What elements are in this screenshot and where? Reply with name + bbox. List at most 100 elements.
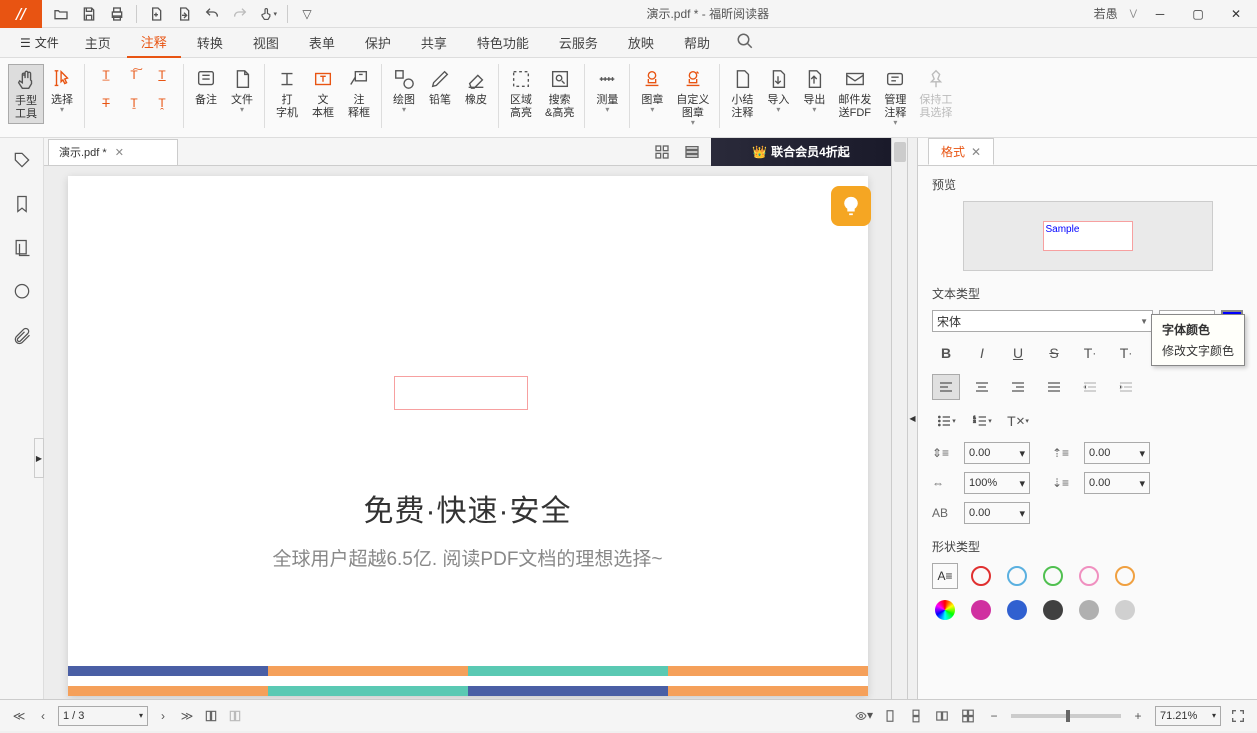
continuous-page-icon[interactable] — [907, 709, 925, 723]
after-spacing-input[interactable]: 0.00▾ — [1084, 472, 1150, 494]
tab-annotate[interactable]: 注释 — [127, 28, 181, 58]
promo-banner[interactable]: 👑 联合会员4折起 — [711, 138, 891, 166]
next-page-icon[interactable]: › — [154, 709, 172, 723]
tab-form[interactable]: 表单 — [295, 28, 349, 58]
last-page-icon[interactable]: ≫ — [178, 709, 196, 723]
tab-convert[interactable]: 转换 — [183, 28, 237, 58]
stamp-button[interactable]: 图章 ▾ — [634, 64, 670, 116]
file-menu[interactable]: ☰ 文件 — [10, 34, 69, 51]
vertical-scrollbar[interactable] — [891, 138, 907, 699]
page-add-icon[interactable] — [147, 5, 165, 23]
shape-red[interactable] — [968, 563, 994, 589]
shape-pink[interactable] — [1076, 563, 1102, 589]
import-button[interactable]: 导入 ▾ — [760, 64, 796, 116]
scroll-thumb[interactable] — [894, 142, 906, 162]
redo-icon[interactable] — [231, 5, 249, 23]
align-left-button[interactable] — [932, 374, 960, 400]
format-tab[interactable]: 格式 ✕ — [928, 138, 994, 165]
sidebar-expand-handle[interactable]: ▶ — [34, 438, 44, 478]
bookmark-icon[interactable] — [10, 192, 34, 216]
maximize-button[interactable]: ▢ — [1183, 0, 1213, 28]
measure-button[interactable]: 测量 ▾ — [589, 64, 625, 116]
save-icon[interactable] — [80, 5, 98, 23]
attachment-icon[interactable] — [10, 324, 34, 348]
shape-blue[interactable] — [1004, 563, 1030, 589]
select-tool-button[interactable]: 选择 ▾ — [44, 64, 80, 116]
tab-share[interactable]: 共享 — [407, 28, 461, 58]
eraser-button[interactable]: 橡皮 — [458, 64, 494, 109]
undo-icon[interactable] — [203, 5, 221, 23]
shape-darkblue[interactable] — [1004, 597, 1030, 623]
scale-input[interactable]: 100%▾ — [964, 472, 1030, 494]
search-highlight-button[interactable]: 搜索&高亮 — [539, 64, 580, 122]
area-highlight-button[interactable]: 区域高亮 — [503, 64, 539, 122]
font-combo[interactable]: 宋体▼ — [932, 310, 1153, 332]
comments-icon[interactable] — [10, 280, 34, 304]
insert-icon[interactable]: Ṱ — [149, 92, 175, 114]
close-button[interactable]: ✕ — [1221, 0, 1251, 28]
prev-page-icon[interactable]: ‹ — [34, 709, 52, 723]
replace-icon[interactable]: Ṯ — [121, 92, 147, 114]
underline-icon[interactable]: T — [149, 64, 175, 86]
strikeout-icon[interactable]: T — [93, 92, 119, 114]
highlight-icon[interactable]: T̲ — [93, 64, 119, 86]
align-justify-button[interactable] — [1040, 374, 1068, 400]
squiggly-icon[interactable]: T͠ — [121, 64, 147, 86]
touch-icon[interactable]: ▾ — [259, 5, 277, 23]
zoom-slider[interactable] — [1011, 714, 1121, 718]
tab-help[interactable]: 帮助 — [670, 28, 724, 58]
tips-button[interactable] — [831, 186, 871, 226]
tab-view[interactable]: 视图 — [239, 28, 293, 58]
document-tab[interactable]: 演示.pdf * ✕ — [48, 139, 178, 165]
draw-button[interactable]: 绘图 ▾ — [386, 64, 422, 116]
list-view-icon[interactable] — [679, 141, 705, 163]
text-annotation-box[interactable] — [394, 376, 528, 410]
italic-button[interactable]: I — [968, 340, 996, 366]
page-export-icon[interactable] — [175, 5, 193, 23]
textbox-button[interactable]: 文本框 — [305, 64, 341, 122]
minimize-button[interactable]: ─ — [1145, 0, 1175, 28]
line-spacing-input[interactable]: 0.00▾ — [964, 442, 1030, 464]
tab-present[interactable]: 放映 — [614, 28, 668, 58]
page-layout-icon-1[interactable] — [202, 709, 220, 723]
user-menu-caret[interactable]: ⋁ — [1130, 8, 1137, 19]
custom-stamp-button[interactable]: 自定义图章 ▾ — [670, 64, 715, 129]
superscript-button[interactable]: T· — [1076, 340, 1104, 366]
page-layout-icon-2[interactable] — [226, 709, 244, 723]
shape-orange[interactable] — [1112, 563, 1138, 589]
hand-tool-button[interactable]: 手型工具 — [8, 64, 44, 124]
close-panel-icon[interactable]: ✕ — [971, 145, 981, 159]
zoom-in-icon[interactable]: + — [1129, 709, 1147, 723]
indent-increase-button[interactable] — [1112, 374, 1140, 400]
zoom-out-icon[interactable]: − — [985, 709, 1003, 723]
shape-dark[interactable] — [1040, 597, 1066, 623]
open-icon[interactable] — [52, 5, 70, 23]
before-spacing-input[interactable]: 0.00▾ — [1084, 442, 1150, 464]
document-canvas[interactable]: 免费·快速·安全 全球用户超越6.5亿. 阅读PDF文档的理想选择~ — [44, 166, 891, 699]
fullscreen-icon[interactable] — [1229, 708, 1247, 724]
user-name[interactable]: 若愚 — [1090, 5, 1122, 22]
number-list-button[interactable]: 12▾ — [968, 408, 996, 434]
summarize-button[interactable]: 小结注释 — [724, 64, 760, 122]
shape-green[interactable] — [1040, 563, 1066, 589]
bullet-list-button[interactable]: ▾ — [932, 408, 960, 434]
shape-rainbow[interactable] — [932, 597, 958, 623]
manage-button[interactable]: 管理注释 ▾ — [877, 64, 913, 129]
first-page-icon[interactable]: ≪ — [10, 709, 28, 723]
align-center-button[interactable] — [968, 374, 996, 400]
continuous-facing-icon[interactable] — [959, 709, 977, 723]
tab-home[interactable]: 主页 — [71, 28, 125, 58]
print-icon[interactable] — [108, 5, 126, 23]
single-page-icon[interactable] — [881, 709, 899, 723]
char-spacing-input[interactable]: 0.00▾ — [964, 502, 1030, 524]
note-button[interactable]: 备注 — [188, 64, 224, 109]
tab-features[interactable]: 特色功能 — [463, 28, 543, 58]
typewriter-button[interactable]: 打字机 — [269, 64, 305, 122]
tab-cloud[interactable]: 云服务 — [545, 28, 612, 58]
clear-format-button[interactable]: T✕▾ — [1004, 408, 1032, 434]
pencil-button[interactable]: 铅笔 — [422, 64, 458, 109]
shape-text-style[interactable]: A≡ — [932, 563, 958, 589]
bold-button[interactable]: B — [932, 340, 960, 366]
align-right-button[interactable] — [1004, 374, 1032, 400]
keep-selection-button[interactable]: 保持工具选择 — [913, 64, 958, 122]
